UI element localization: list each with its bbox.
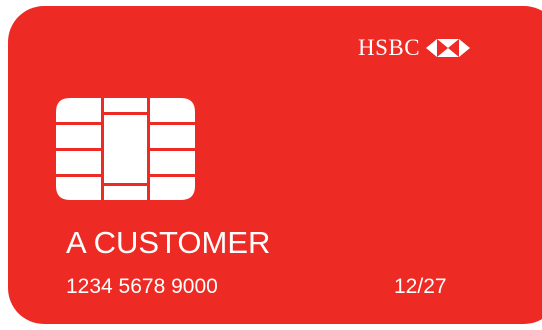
chip-icon [56, 98, 195, 200]
brand-logo: HSBC [358, 35, 471, 60]
expiry-date: 12/27 [394, 275, 447, 298]
credit-card: HSBC A CUSTOMER 1234 5678 9000 12/27 [8, 6, 542, 324]
hexagon-icon [426, 38, 471, 57]
brand-name: HSBC [358, 35, 421, 60]
cardholder-name: A CUSTOMER [66, 225, 271, 260]
card-number: 1234 5678 9000 [66, 275, 218, 298]
